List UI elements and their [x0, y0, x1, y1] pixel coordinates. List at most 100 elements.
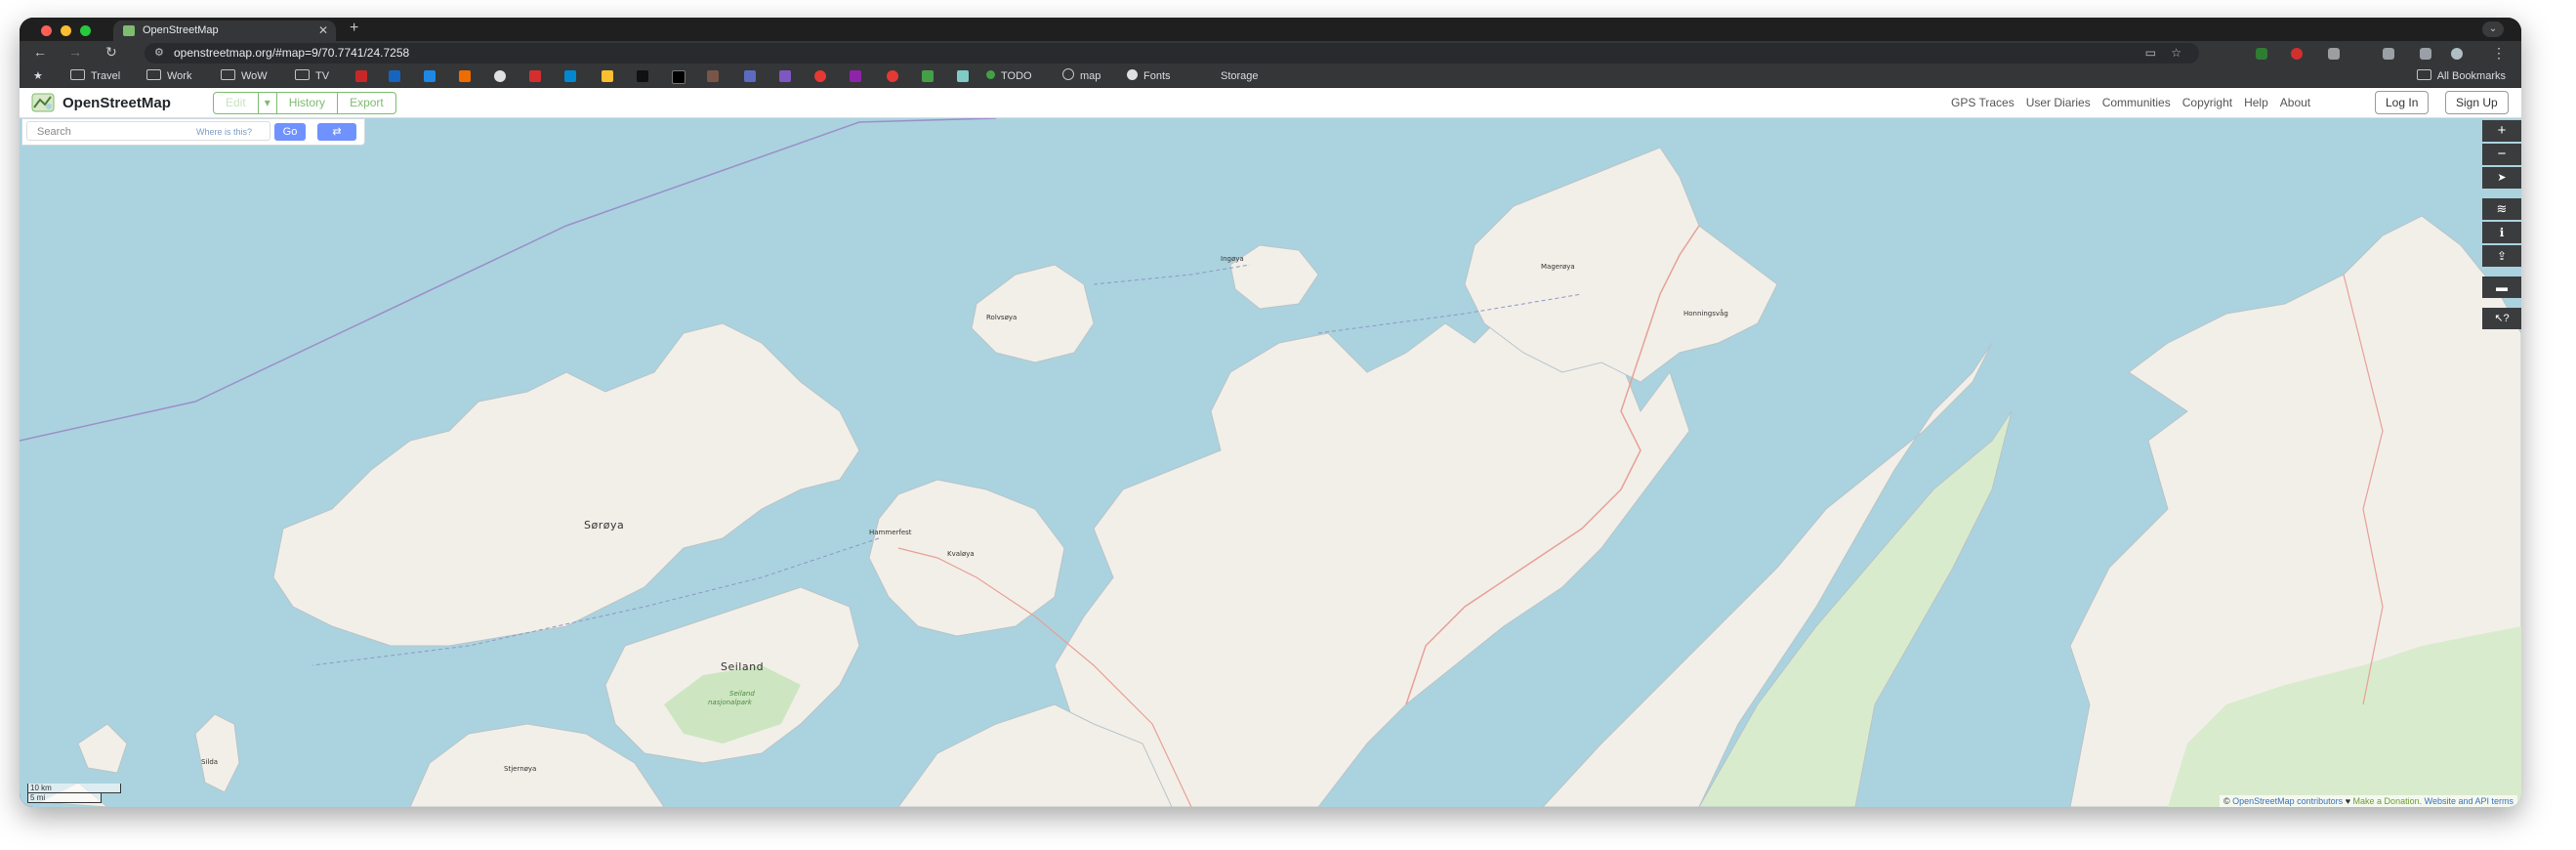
zoom-out-button[interactable]: −	[2482, 144, 2521, 165]
label-ingoya: Ingøya	[1221, 255, 1244, 263]
secondary-nav: GPS Traces User Diaries Communities Copy…	[1951, 96, 2310, 109]
map-canvas[interactable]: Search Where is this? Go ⇄ + − ➤ ≋ ℹ ⇪ ▬…	[20, 118, 2521, 807]
bookmark-star-icon[interactable]: ☆	[2171, 43, 2181, 64]
extension-icon[interactable]	[2291, 48, 2303, 60]
terms-link[interactable]: Website and API terms	[2425, 796, 2514, 806]
bookmark-favicon-icon[interactable]	[529, 70, 541, 82]
address-bar[interactable]: ⚙ openstreetmap.org/#map=9/70.7741/24.72…	[145, 43, 2199, 64]
tab-close-icon[interactable]: ✕	[318, 21, 328, 41]
map-tiles[interactable]	[20, 118, 2521, 807]
browser-window: OpenStreetMap ✕ + ⌄ ← → ↻ ⚙ openstreetma…	[20, 18, 2521, 807]
go-button[interactable]: Go	[274, 123, 306, 141]
bookmark-favicon-icon[interactable]	[602, 70, 613, 82]
nav-help[interactable]: Help	[2244, 96, 2268, 109]
url-text[interactable]: openstreetmap.org/#map=9/70.7741/24.7258	[174, 43, 409, 64]
bookmark-label: TODO	[1001, 70, 1032, 82]
minimize-window-button[interactable]	[61, 25, 71, 36]
osm-logo-icon[interactable]	[31, 93, 55, 112]
bookmark-favicon-icon[interactable]	[564, 70, 576, 82]
map-key-button[interactable]: ℹ	[2482, 222, 2521, 243]
extension-icon[interactable]	[2328, 48, 2340, 60]
signup-button[interactable]: Sign Up	[2445, 91, 2509, 114]
browser-toolbar: ← → ↻ ⚙ openstreetmap.org/#map=9/70.7741…	[20, 41, 2521, 65]
attribution: © OpenStreetMap contributors ♥ Make a Do…	[2219, 795, 2517, 807]
bookmark-storage[interactable]: Storage	[1221, 68, 1259, 84]
bookmark-folder-tv[interactable]: TV	[295, 68, 329, 84]
kvaloya-island	[868, 479, 1065, 637]
layers-button[interactable]: ≋	[2482, 198, 2521, 220]
label-seiland-park: Seiland	[729, 690, 755, 698]
zoom-in-button[interactable]: +	[2482, 120, 2521, 142]
youtube-icon[interactable]	[814, 70, 826, 82]
globe-icon	[1062, 68, 1074, 80]
maximize-window-button[interactable]	[80, 25, 91, 36]
forward-button[interactable]: →	[68, 44, 82, 60]
query-features-button[interactable]: ↖?	[2482, 308, 2521, 329]
share-button[interactable]: ⇪	[2482, 245, 2521, 267]
nav-communities[interactable]: Communities	[2102, 96, 2171, 109]
bookmark-favicon-icon[interactable]	[389, 70, 400, 82]
reload-button[interactable]: ↻	[105, 44, 117, 61]
bookmark-favicon-icon[interactable]	[779, 70, 791, 82]
edit-dropdown-button[interactable]: ▾	[259, 93, 277, 113]
all-bookmarks[interactable]: All Bookmarks	[2416, 68, 2506, 84]
directions-button[interactable]: ⇄	[317, 123, 356, 141]
donation-link[interactable]: Make a Donation.	[2353, 796, 2423, 806]
github-icon[interactable]	[494, 70, 506, 82]
bookmark-folder-travel[interactable]: Travel	[70, 68, 120, 84]
silda-island	[194, 713, 240, 793]
tab-search-button[interactable]: ⌄	[2482, 21, 2504, 37]
site-name[interactable]: OpenStreetMap	[62, 95, 171, 111]
extension-icon[interactable]	[2256, 48, 2267, 60]
bookmark-favicon-icon[interactable]	[707, 70, 719, 82]
bookmark-favicon-icon[interactable]	[850, 70, 861, 82]
sidebar-icon[interactable]	[2420, 48, 2431, 60]
osm-favicon-icon	[123, 25, 135, 36]
bookmark-folder-wow[interactable]: WoW	[221, 68, 268, 84]
bookmark-favicon-icon[interactable]	[637, 70, 648, 82]
stjernoya-island	[409, 723, 665, 807]
bookmark-favicon-icon[interactable]	[459, 70, 471, 82]
edit-button[interactable]: Edit	[214, 93, 259, 113]
install-app-icon[interactable]: ▭	[2145, 43, 2156, 64]
browser-tab[interactable]: OpenStreetMap ✕	[113, 21, 336, 41]
label-soroya: Sørøya	[584, 519, 625, 531]
bookmark-label: Fonts	[1143, 70, 1171, 82]
nav-copyright[interactable]: Copyright	[2182, 96, 2232, 109]
extension-icon[interactable]	[2383, 48, 2394, 60]
nav-user-diaries[interactable]: User Diaries	[2026, 96, 2091, 109]
close-window-button[interactable]	[41, 25, 52, 36]
site-info-icon[interactable]: ⚙	[154, 43, 164, 64]
bookmark-favicon-icon[interactable]	[672, 70, 686, 84]
nav-gps-traces[interactable]: GPS Traces	[1951, 96, 2015, 109]
bookmark-fonts[interactable]: Fonts	[1127, 68, 1171, 84]
bookmark-todo[interactable]: TODO	[986, 68, 1032, 84]
contributors-link[interactable]: OpenStreetMap contributors	[2232, 796, 2343, 806]
bookmark-map[interactable]: map	[1062, 68, 1101, 84]
bookmark-favicon-icon[interactable]	[424, 70, 436, 82]
bookmark-favicon-icon[interactable]	[922, 70, 934, 82]
history-button[interactable]: History	[277, 93, 339, 113]
label-rolvsoya: Rolvsøya	[986, 314, 1018, 321]
back-button[interactable]: ←	[33, 44, 47, 60]
locate-button[interactable]: ➤	[2482, 167, 2521, 189]
bookmark-folder-work[interactable]: Work	[146, 68, 191, 84]
add-note-button[interactable]: ▬	[2482, 276, 2521, 298]
bookmarks-bar: ★ Travel Work WoW TV TODO map Fonts Stor…	[20, 65, 2521, 88]
bookmark-favicon-icon[interactable]	[887, 70, 898, 82]
bookmark-favicon-icon[interactable]	[957, 70, 969, 82]
bookmark-favicon-icon[interactable]	[744, 70, 756, 82]
browser-menu-icon[interactable]: ⋮	[2492, 45, 2506, 62]
bookmarks-star-icon[interactable]: ★	[33, 68, 43, 84]
new-tab-button[interactable]: +	[350, 20, 358, 37]
mainland-central	[1054, 313, 1690, 807]
bookmark-favicon-icon[interactable]	[355, 70, 367, 82]
label-seiland: Seiland	[721, 660, 765, 673]
label-honningsvag: Honningsvåg	[1683, 310, 1728, 318]
export-button[interactable]: Export	[338, 93, 395, 113]
login-button[interactable]: Log In	[2375, 91, 2430, 114]
label-stjernoya: Stjernøya	[504, 765, 537, 773]
nav-about[interactable]: About	[2280, 96, 2310, 109]
where-is-this-link[interactable]: Where is this?	[196, 127, 252, 137]
profile-avatar-icon[interactable]	[2451, 48, 2463, 60]
